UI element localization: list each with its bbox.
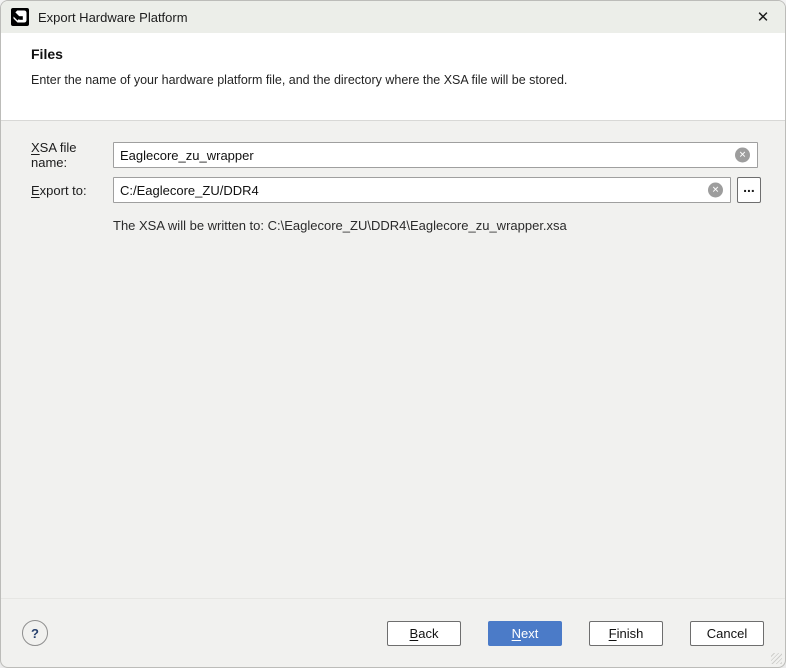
dialog-body: XSA file name: ✕ Export to: ✕ ... The XS…	[1, 121, 785, 233]
export-label-mnemonic: E	[31, 183, 40, 198]
back-mnemonic: B	[410, 626, 419, 641]
page-description: Enter the name of your hardware platform…	[31, 73, 755, 87]
export-label-rest: xport to:	[40, 183, 87, 198]
export-hardware-platform-dialog: Export Hardware Platform ✕ Files Enter t…	[0, 0, 786, 668]
question-mark-icon: ?	[31, 626, 39, 641]
back-button[interactable]: Back	[387, 621, 461, 646]
xsa-label-mnemonic: X	[31, 140, 40, 155]
next-button[interactable]: Next	[488, 621, 562, 646]
next-rest: ext	[521, 626, 538, 641]
export-to-row: Export to: ✕ ...	[31, 177, 785, 203]
finish-button[interactable]: Finish	[589, 621, 663, 646]
next-mnemonic: N	[512, 626, 521, 641]
window-title: Export Hardware Platform	[38, 10, 188, 25]
button-row: Back Next Finish Cancel	[387, 621, 764, 646]
browse-button[interactable]: ...	[737, 177, 761, 203]
xsa-path-note: The XSA will be written to: C:\Eaglecore…	[113, 218, 785, 233]
back-rest: ack	[418, 626, 438, 641]
page-title: Files	[31, 46, 755, 62]
dialog-footer: ? Back Next Finish Cancel	[1, 598, 785, 667]
export-input-wrap: ✕	[113, 177, 731, 203]
resize-grip[interactable]	[771, 653, 782, 664]
cancel-button[interactable]: Cancel	[690, 621, 764, 646]
finish-rest: inish	[617, 626, 644, 641]
export-to-input[interactable]	[113, 177, 731, 203]
export-clear-icon[interactable]: ✕	[708, 183, 723, 198]
finish-mnemonic: F	[609, 626, 617, 641]
close-icon: ✕	[757, 8, 770, 26]
xsa-clear-icon[interactable]: ✕	[735, 148, 750, 163]
xsa-file-name-row: XSA file name: ✕	[31, 140, 785, 170]
xsa-input-wrap: ✕	[113, 142, 758, 168]
xsa-file-name-label: XSA file name:	[31, 140, 113, 170]
close-button[interactable]: ✕	[741, 1, 785, 33]
help-button[interactable]: ?	[22, 620, 48, 646]
titlebar: Export Hardware Platform ✕	[1, 1, 785, 33]
xsa-file-name-input[interactable]	[113, 142, 758, 168]
vivado-logo-icon	[11, 8, 29, 26]
export-to-label: Export to:	[31, 183, 113, 198]
dialog-header: Files Enter the name of your hardware pl…	[1, 33, 785, 121]
cancel-label: Cancel	[707, 626, 747, 641]
